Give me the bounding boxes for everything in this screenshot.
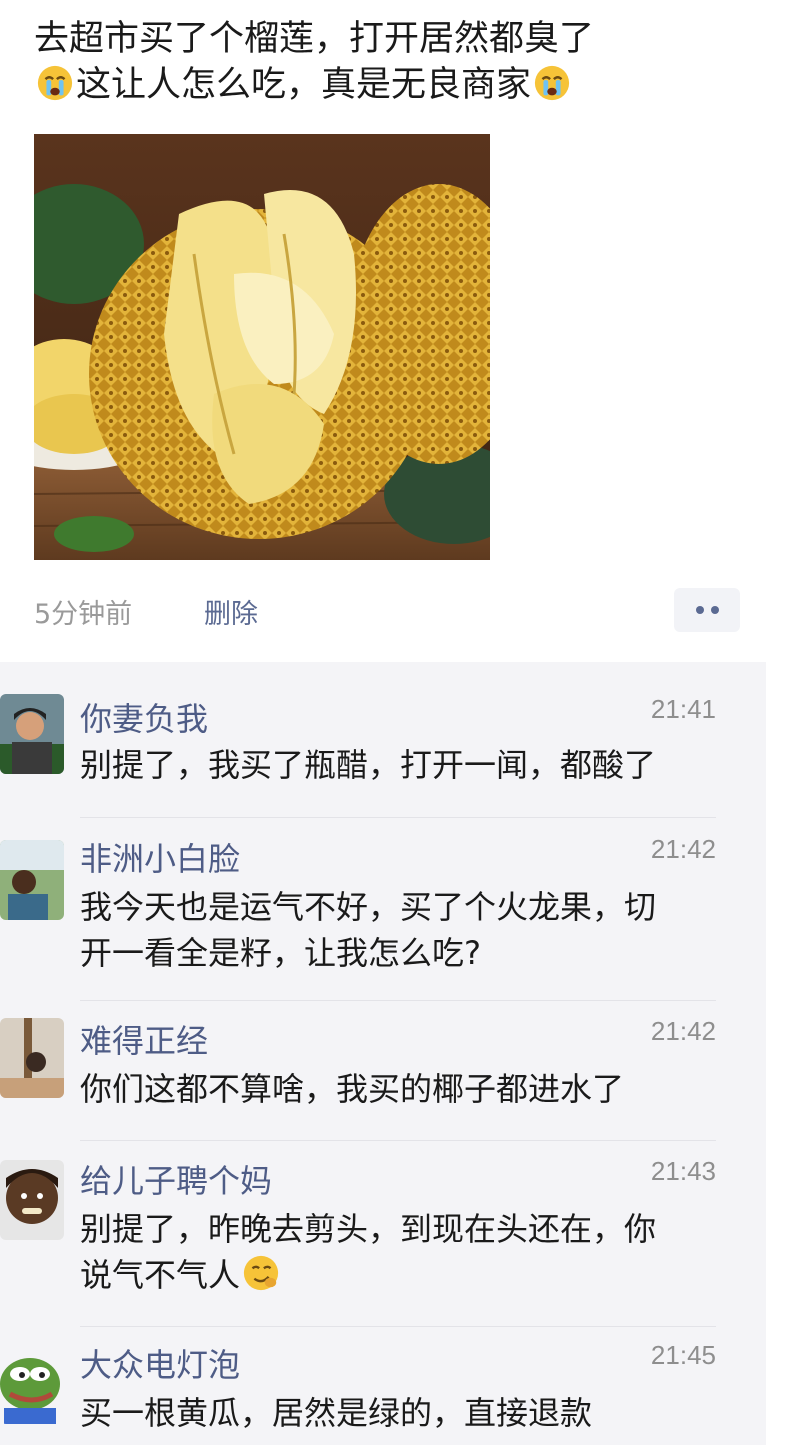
avatar[interactable] [0, 694, 64, 774]
comment-line: 我今天也是运气不好，买了个火龙果，切 [80, 888, 657, 926]
avatar[interactable] [0, 1344, 64, 1424]
post-time: 5分钟前 [34, 599, 133, 630]
comment-body: 买一根黄瓜，居然是绿的，直接退款 [80, 1390, 740, 1436]
comment-body: 别提了，昨晚去剪头，到现在头还在，你 说气不气人 [80, 1206, 740, 1298]
commenter-name[interactable]: 给儿子聘个妈 [80, 1156, 272, 1202]
avatar[interactable] [0, 1160, 64, 1240]
comment-body: 我今天也是运气不好，买了个火龙果，切 开一看全是籽，让我怎么吃? [80, 884, 740, 976]
post-line-1: 去超市买了个榴莲，打开居然都臭了 [34, 19, 595, 59]
crying-face-icon [37, 65, 73, 101]
divider [80, 1326, 716, 1327]
comment-time: 21:42 [650, 834, 716, 864]
comment-line: 你们这都不算啥，我买的椰子都进水了 [80, 1070, 625, 1108]
comments-section: 你妻负我 21:41 别提了，我买了瓶醋，打开一闻，都酸了 非洲小白脸 21:4… [0, 662, 766, 1445]
post-line-2-text: 这让人怎么吃，真是无良商家 [76, 65, 532, 105]
avatar[interactable] [0, 1018, 64, 1098]
smirk-face-icon [243, 1255, 279, 1291]
divider [80, 1140, 716, 1141]
more-dots-icon[interactable] [674, 588, 740, 632]
post-text: 去超市买了个榴莲，打开居然都臭了 这让人怎么吃，真是无良商家 [34, 16, 774, 108]
comment-time: 21:43 [650, 1156, 716, 1186]
commenter-name[interactable]: 非洲小白脸 [80, 834, 240, 880]
comment-line: 买一根黄瓜，居然是绿的，直接退款 [80, 1394, 593, 1432]
commenter-name[interactable]: 你妻负我 [80, 694, 208, 740]
comment-line-text: 说气不气人 [80, 1256, 241, 1294]
post-image[interactable] [34, 134, 490, 560]
post-line-2: 这让人怎么吃，真是无良商家 [34, 62, 774, 108]
dot [710, 606, 719, 614]
comment-line: 开一看全是籽，让我怎么吃? [80, 934, 481, 972]
commenter-name[interactable]: 难得正经 [80, 1016, 208, 1062]
comment-time: 21:41 [650, 694, 716, 724]
divider [80, 817, 716, 818]
avatar[interactable] [0, 840, 64, 920]
durian-image [34, 134, 490, 560]
comment-time: 21:42 [650, 1016, 716, 1046]
comment-body: 别提了，我买了瓶醋，打开一闻，都酸了 [80, 742, 740, 788]
comment-line: 说气不气人 [80, 1252, 740, 1298]
comment-body: 你们这都不算啥，我买的椰子都进水了 [80, 1066, 740, 1112]
dot [695, 606, 704, 614]
delete-link[interactable]: 删除 [204, 592, 258, 631]
commenter-name[interactable]: 大众电灯泡 [80, 1340, 240, 1386]
comment-time: 21:45 [650, 1340, 716, 1370]
divider [80, 1000, 716, 1001]
post-meta: 5分钟前 删除 [34, 588, 740, 632]
comment-line: 别提了，我买了瓶醋，打开一闻，都酸了 [80, 746, 657, 784]
crying-face-icon [534, 65, 570, 101]
comment-line: 别提了，昨晚去剪头，到现在头还在，你 [80, 1210, 657, 1248]
